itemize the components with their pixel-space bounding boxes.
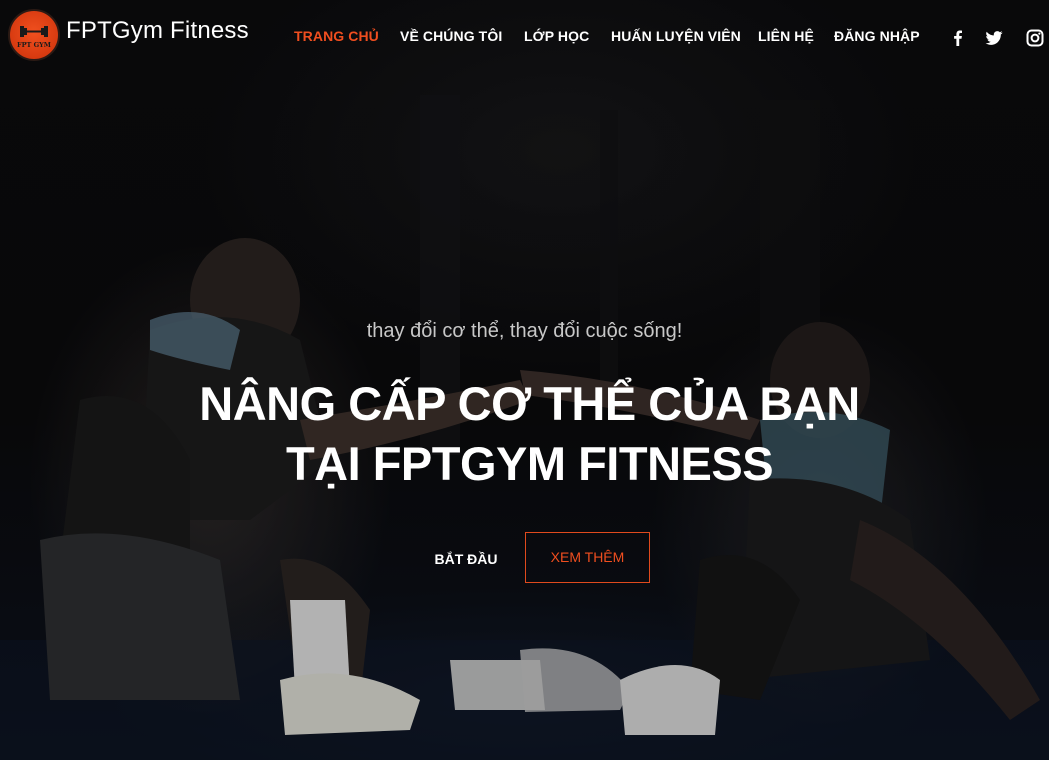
nav-item-trainers[interactable]: HUẤN LUYỆN VIÊN: [611, 28, 741, 44]
hero-tagline: thay đổi cơ thể, thay đổi cuộc sống!: [366, 320, 683, 342]
hero-headline-line-1: NÂNG CẤP CƠ THỂ CỦA BẠN: [199, 377, 860, 430]
twitter-icon[interactable]: [984, 28, 1004, 48]
logo-badge[interactable]: FPT GYM: [8, 9, 60, 61]
logo-text: FPT GYM: [17, 41, 51, 49]
hero-headline: NÂNG CẤP CƠ THỂ CỦA BẠN TẠI FPTGYM FITNE…: [0, 374, 1049, 494]
start-button[interactable]: BẮT ĐẦU: [421, 548, 511, 572]
nav-item-about[interactable]: VỀ CHÚNG TÔI: [400, 28, 502, 44]
brand-name[interactable]: FPTGym Fitness: [66, 17, 249, 45]
dumbbell-icon: FPT GYM: [17, 26, 51, 49]
nav-item-home[interactable]: TRANG CHỦ: [294, 28, 379, 44]
instagram-icon[interactable]: [1025, 28, 1045, 48]
nav-item-contact[interactable]: LIÊN HỆ: [758, 28, 814, 44]
facebook-icon[interactable]: [948, 28, 968, 48]
site-header: FPT GYM FPTGym Fitness TRANG CHỦ VỀ CHÚN…: [0, 0, 1049, 76]
hero-headline-line-2: TẠI FPTGYM FITNESS: [285, 437, 774, 490]
learn-more-button[interactable]: XEM THÊM: [525, 532, 650, 583]
nav-item-login[interactable]: ĐĂNG NHẬP: [834, 28, 920, 44]
nav-item-classes[interactable]: LỚP HỌC: [524, 28, 589, 44]
